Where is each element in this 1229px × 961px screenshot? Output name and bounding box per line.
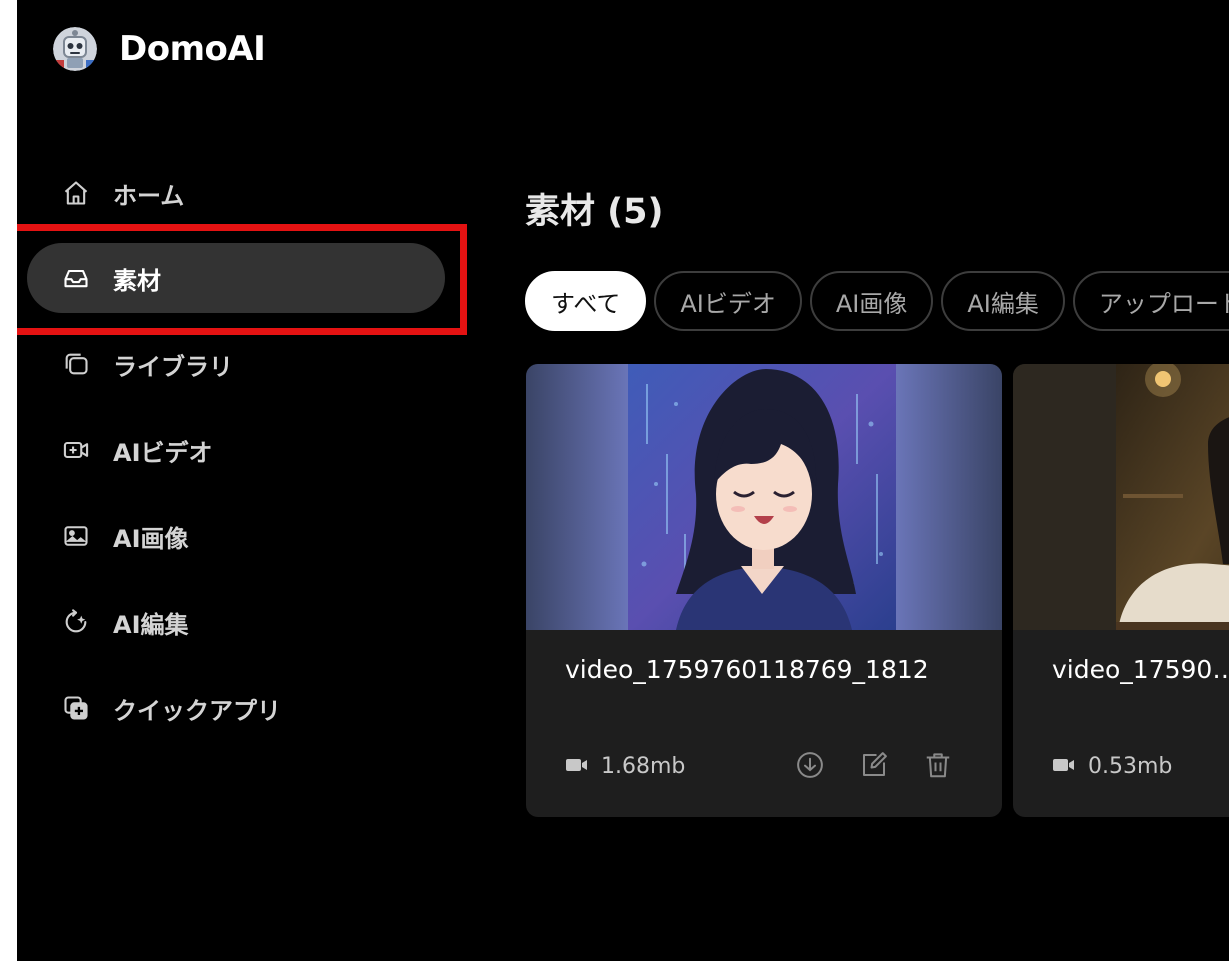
sidebar-item-ai-image[interactable]: AI画像: [27, 501, 445, 571]
card-actions: [794, 749, 954, 781]
file-name: video_1759760118769_1812: [565, 655, 929, 684]
tab-all[interactable]: すべて: [525, 271, 647, 331]
sidebar-item-label: AIビデオ: [113, 438, 213, 467]
file-meta: 0.53mb: [1052, 754, 1172, 779]
file-size: 1.68mb: [601, 754, 686, 779]
sidebar-item-library[interactable]: ライブラリ: [27, 329, 445, 399]
sidebar-item-ai-video[interactable]: AIビデオ: [27, 415, 445, 485]
tab-ai-edit[interactable]: AI編集: [941, 271, 1065, 331]
video-icon: [1052, 756, 1076, 778]
tab-upload[interactable]: アップロード: [1072, 271, 1229, 331]
video-thumbnail[interactable]: [526, 364, 1002, 630]
filter-tabs: すべて AIビデオ AI画像 AI編集 アップロード: [525, 271, 1229, 331]
video-icon: [565, 756, 589, 778]
sidebar-item-home[interactable]: ホーム: [27, 158, 445, 228]
image-icon: [61, 521, 91, 551]
download-icon[interactable]: [794, 749, 826, 781]
sidebar-item-ai-edit[interactable]: AI編集: [27, 587, 445, 657]
highlight-box: [17, 224, 467, 335]
sidebar-item-label: AI画像: [113, 524, 189, 553]
sidebar-item-label: AI編集: [113, 610, 189, 639]
library-icon: [61, 349, 91, 379]
asset-card[interactable]: video_17590…5 0.53mb: [1013, 364, 1229, 817]
file-name: video_17590…5: [1052, 655, 1229, 684]
page-title: 素材 (5): [525, 192, 664, 232]
logo[interactable]: DomoAI: [53, 27, 266, 71]
asset-card[interactable]: video_1759760118769_1812 1.68mb: [526, 364, 1002, 817]
home-icon: [61, 178, 91, 208]
edit-sparkle-icon: [61, 607, 91, 637]
file-size: 0.53mb: [1088, 754, 1173, 779]
video-plus-icon: [61, 435, 91, 465]
app-window: DomoAI ホーム 素材 ライブラリ AIビデオ AI画像 AI編集 クイック…: [17, 0, 1229, 961]
sidebar-item-quick-apps[interactable]: クイックアプリ: [27, 673, 445, 743]
brand-name: DomoAI: [119, 29, 266, 69]
domoai-logo-icon: [53, 27, 97, 71]
video-thumbnail[interactable]: [1013, 364, 1229, 630]
tab-ai-image[interactable]: AI画像: [809, 271, 934, 331]
file-meta: 1.68mb: [565, 754, 685, 779]
trash-icon[interactable]: [922, 749, 954, 781]
tab-ai-video[interactable]: AIビデオ: [654, 271, 802, 331]
sidebar-item-label: ホーム: [113, 181, 185, 210]
sidebar-item-label: クイックアプリ: [113, 696, 281, 725]
quick-app-icon: [61, 693, 91, 723]
sidebar-item-label: ライブラリ: [113, 352, 233, 381]
edit-icon[interactable]: [858, 749, 890, 781]
